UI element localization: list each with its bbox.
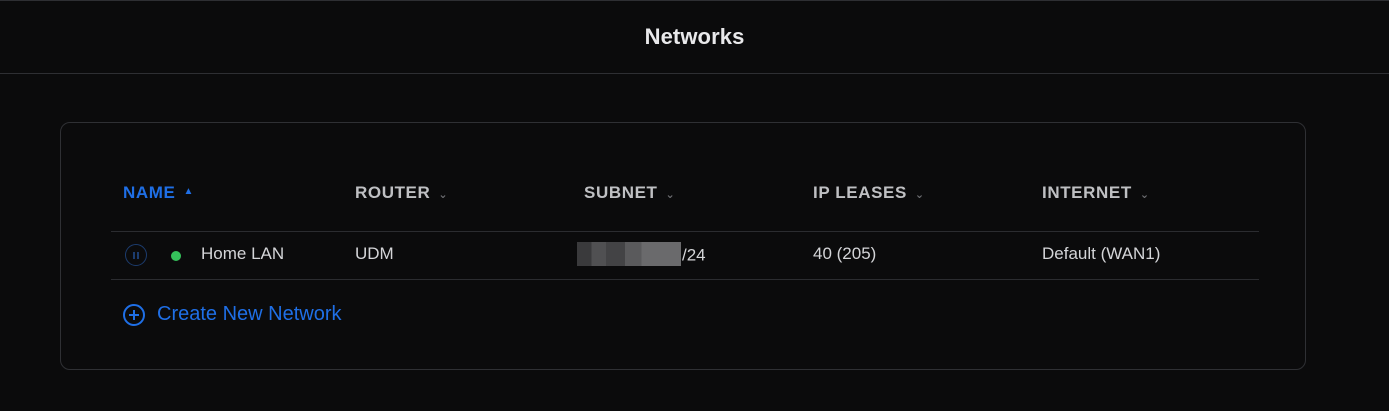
create-network-button[interactable]: Create New Network (123, 303, 342, 326)
column-header-label: ROUTER (355, 183, 431, 202)
router-cell: UDM (355, 244, 394, 263)
column-header-subnet[interactable]: SUBNET ⌄ (584, 183, 675, 203)
network-name[interactable]: Home LAN (201, 244, 284, 264)
column-header-name[interactable]: NAME ▲ (123, 183, 194, 203)
column-header-label: SUBNET (584, 183, 658, 202)
create-network-label: Create New Network (157, 303, 342, 325)
column-header-label: NAME (123, 183, 176, 202)
column-header-label: INTERNET (1042, 183, 1132, 202)
chevron-down-icon: ⌄ (1139, 188, 1150, 201)
chevron-down-icon: ⌄ (438, 188, 449, 201)
status-online-icon (171, 251, 181, 261)
column-header-ip-leases[interactable]: IP LEASES ⌄ (813, 183, 925, 203)
subnet-cell: /24 (577, 242, 706, 268)
subnet-suffix: /24 (682, 245, 706, 265)
networks-card: NAME ▲ ROUTER ⌄ SUBNET ⌄ IP LEASES ⌄ INT… (60, 122, 1306, 370)
table-header: NAME ▲ ROUTER ⌄ SUBNET ⌄ IP LEASES ⌄ INT… (111, 173, 1259, 213)
pause-icon[interactable] (125, 244, 147, 266)
plus-circle-icon (123, 303, 145, 326)
internet-cell: Default (WAN1) (1042, 244, 1161, 263)
column-header-router[interactable]: ROUTER ⌄ (355, 183, 448, 203)
chevron-down-icon: ⌄ (914, 188, 925, 201)
chevron-up-icon: ▲ (183, 185, 194, 197)
chevron-down-icon: ⌄ (665, 188, 676, 201)
page-title: Networks (644, 24, 745, 49)
redacted-subnet (577, 242, 681, 266)
column-header-label: IP LEASES (813, 183, 907, 202)
table-row[interactable]: Home LAN UDM /24 40 (205) Default (WAN1) (111, 232, 1259, 279)
page-header: Networks (0, 1, 1389, 74)
column-header-internet[interactable]: INTERNET ⌄ (1042, 183, 1150, 203)
divider (111, 279, 1259, 280)
ip-leases-cell: 40 (205) (813, 244, 877, 263)
